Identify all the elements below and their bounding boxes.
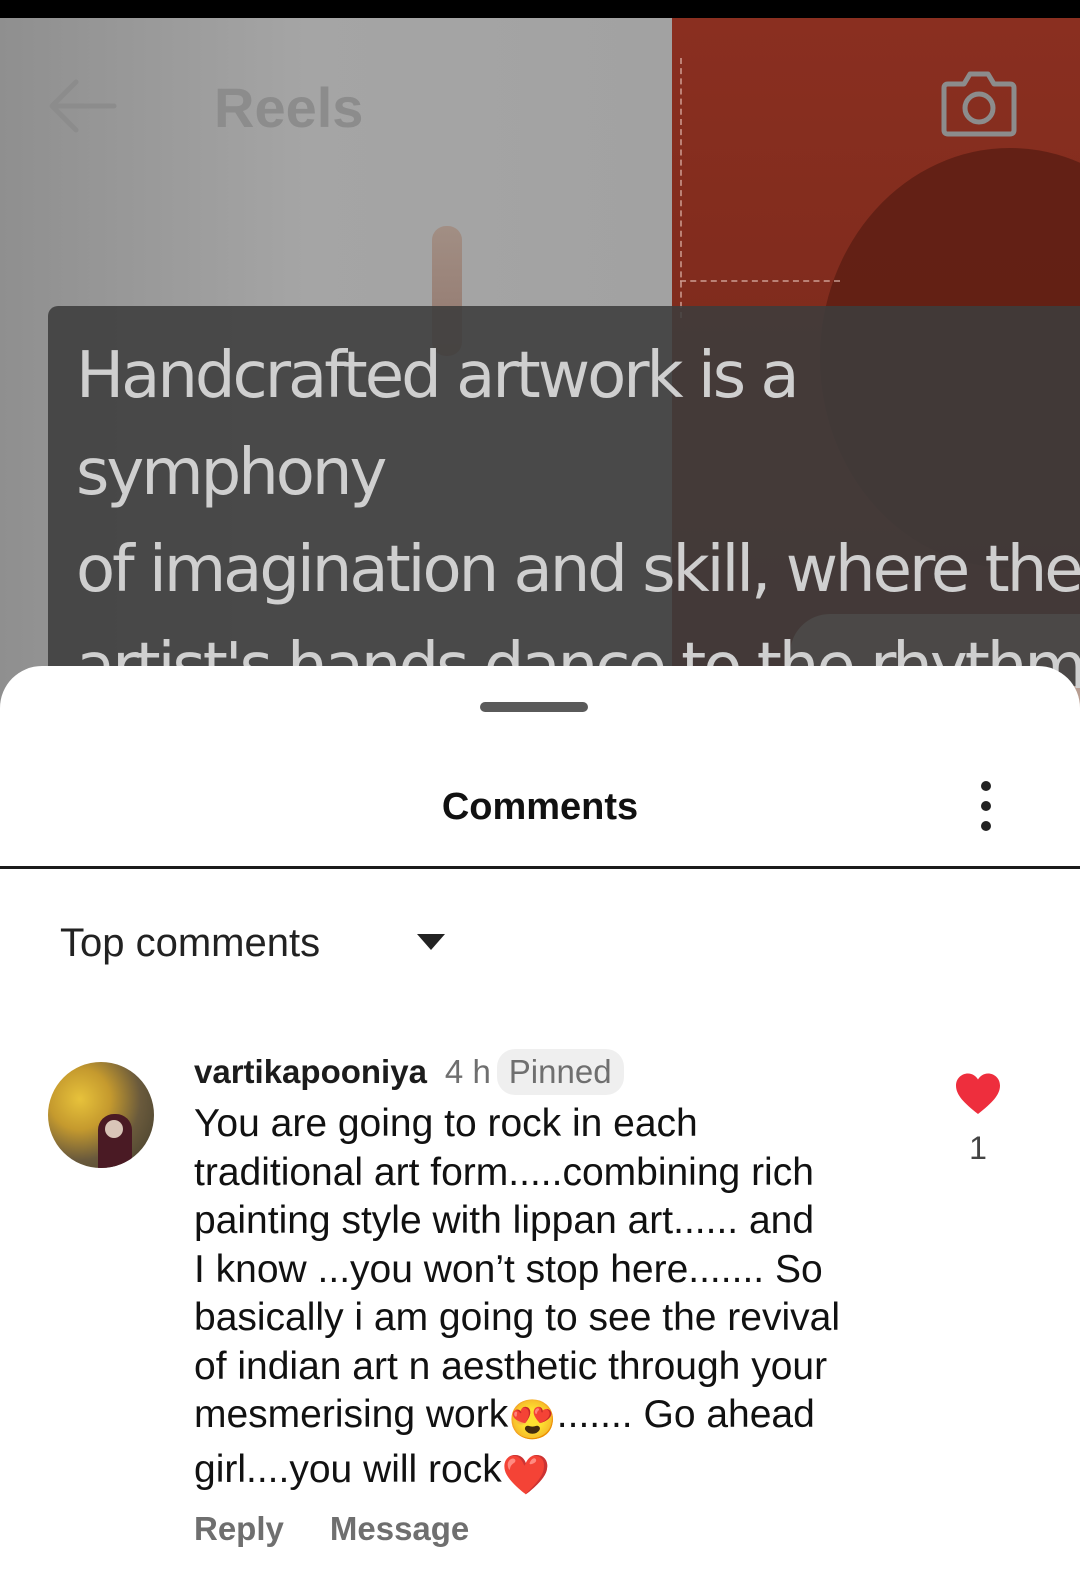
back-arrow-icon[interactable] [48, 78, 118, 134]
comment-meta: vartikapooniya 4 h Pinned [194, 1044, 624, 1100]
status-bar [0, 0, 1080, 18]
more-vertical-icon[interactable] [968, 778, 1004, 834]
sort-label: Top comments [60, 921, 321, 965]
camera-icon[interactable] [940, 66, 1018, 138]
comments-sheet: Comments Top comments vartikapooniya 4 hP… [0, 666, 1080, 1587]
red-heart-emoji: ❤️ [501, 1453, 551, 1497]
pinned-badge: Pinned [496, 1049, 624, 1095]
top-bar: Reels [0, 18, 1080, 188]
comment-text: You are going to rock in each traditiona… [194, 1100, 914, 1500]
avatar[interactable] [48, 1062, 154, 1168]
avatar-face [105, 1120, 123, 1138]
reply-button[interactable]: Reply [194, 1504, 284, 1554]
divider [0, 866, 1080, 869]
heart-icon[interactable] [954, 1072, 1002, 1116]
drag-handle[interactable] [480, 702, 588, 712]
caret-down-icon [417, 934, 445, 950]
video-stitch-line-horizontal [680, 280, 840, 282]
comment-time: 4 h [444, 1053, 491, 1090]
like-count: 1 [969, 1130, 987, 1166]
screen: Handcrafted artwork is a symphony of ima… [0, 0, 1080, 1587]
comments-title: Comments [441, 786, 639, 828]
comment-actions: Reply Message [194, 1504, 515, 1554]
message-button[interactable]: Message [330, 1504, 469, 1554]
username[interactable]: vartikapooniya [194, 1044, 427, 1100]
page-title: Reels [214, 76, 364, 139]
comment-item: vartikapooniya 4 h Pinned You are going to… [0, 1036, 1080, 1576]
sort-dropdown[interactable]: Top comments [60, 918, 480, 968]
comment-text-part-1: You are going to rock in each traditiona… [194, 1102, 840, 1436]
heart-eyes-emoji: 😍 [508, 1399, 557, 1442]
